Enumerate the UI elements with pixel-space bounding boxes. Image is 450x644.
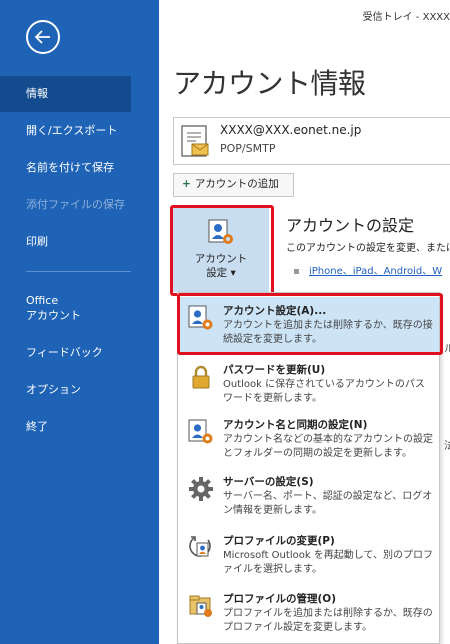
sidebar-item-office-account-line1: Office: [26, 294, 59, 307]
profile-change-icon: [189, 536, 211, 557]
sidebar-item-open-export[interactable]: 開く/エクスポート: [0, 113, 131, 149]
bullet-icon: [294, 268, 299, 274]
menu-item-description: Outlook に保存されているアカウントのパスワードを更新します。: [223, 379, 425, 404]
plus-icon: +: [182, 178, 191, 190]
mobile-setup-link[interactable]: iPhone、iPad、Android、W: [294, 262, 442, 277]
menu-item-description: サーバー名、ポート、認証の設定など、ログオン情報を更新します。: [223, 491, 433, 516]
sidebar-item-save-as[interactable]: 名前を付けて保存: [0, 150, 131, 186]
menu-item-title: パスワードを更新(U): [223, 364, 326, 376]
annotation-highlight-menu-item: [177, 293, 443, 355]
account-settings-description: このアカウントの設定を変更、または追: [286, 243, 450, 254]
page-title: アカウント情報: [173, 67, 366, 100]
background-text-fragment: ル: [444, 344, 450, 355]
sidebar-item-print[interactable]: 印刷: [0, 224, 131, 260]
sidebar-divider: [26, 271, 131, 272]
menu-item-manage-profiles[interactable]: プロファイルの管理(O) プロファイルを追加または削除するか、既存のプロファイル…: [178, 585, 439, 643]
menu-item-title: アカウント名と同期の設定(N): [223, 419, 368, 431]
lock-icon: [192, 365, 210, 389]
background-text-fragment: 法: [444, 441, 450, 452]
back-arrow-icon: [34, 30, 50, 44]
gear-icon: [189, 477, 213, 501]
menu-item-description: Microsoft Outlook を再起動して、別のプロファイルを選択します。: [223, 550, 434, 575]
menu-item-update-password[interactable]: パスワードを更新(U) Outlook に保存されているアカウントのパスワードを…: [178, 356, 439, 414]
sidebar-item-office-account[interactable]: Office アカウント: [0, 290, 131, 326]
menu-item-description: プロファイルを追加または削除するか、既存のプロファイル設定を変更します。: [223, 608, 433, 633]
profile-manage-icon: [189, 595, 212, 617]
backstage-sidebar: 情報 開く/エクスポート 名前を付けて保存 添付ファイルの保存 印刷 Offic…: [0, 0, 159, 644]
menu-item-description: アカウント名などの基本的なアカウントの設定とフォルダーの同期の設定を更新します。: [223, 434, 433, 459]
menu-item-title: プロファイルの管理(O): [223, 593, 337, 605]
account-type: POP/SMTP: [220, 142, 276, 155]
annotation-highlight-button: [170, 205, 274, 296]
account-settings-heading: アカウントの設定: [286, 216, 415, 235]
sidebar-item-feedback[interactable]: フィードバック: [0, 335, 131, 371]
menu-item-change-profile[interactable]: プロファイルの変更(P) Microsoft Outlook を再起動して、別の…: [178, 527, 439, 585]
account-selector[interactable]: XXXX@XXX.eonet.ne.jp POP/SMTP: [173, 117, 450, 165]
back-button[interactable]: [26, 20, 60, 54]
add-account-label: アカウントの追加: [194, 178, 279, 190]
window-title: 受信トレイ - XXXX: [362, 12, 450, 23]
mail-account-icon: [181, 125, 209, 157]
menu-item-title: プロファイルの変更(P): [223, 535, 335, 547]
sidebar-item-info[interactable]: 情報: [0, 76, 131, 112]
add-account-button[interactable]: + アカウントの追加: [173, 173, 294, 197]
sidebar-item-exit[interactable]: 終了: [0, 409, 131, 445]
account-email: XXXX@XXX.eonet.ne.jp: [220, 123, 362, 137]
menu-item-title: サーバーの設定(S): [223, 476, 314, 488]
sidebar-item-save-attachments: 添付ファイルの保存: [26, 198, 125, 211]
sidebar-item-options[interactable]: オプション: [0, 372, 131, 408]
account-sync-icon: [188, 419, 213, 444]
sidebar-item-office-account-line2: アカウント: [26, 309, 81, 322]
menu-item-server-settings[interactable]: サーバーの設定(S) サーバー名、ポート、認証の設定など、ログオン情報を更新しま…: [178, 468, 439, 526]
mobile-setup-link-label: iPhone、iPad、Android、W: [309, 266, 443, 277]
menu-item-account-name-sync[interactable]: アカウント名と同期の設定(N) アカウント名などの基本的なアカウントの設定とフォ…: [178, 411, 439, 469]
